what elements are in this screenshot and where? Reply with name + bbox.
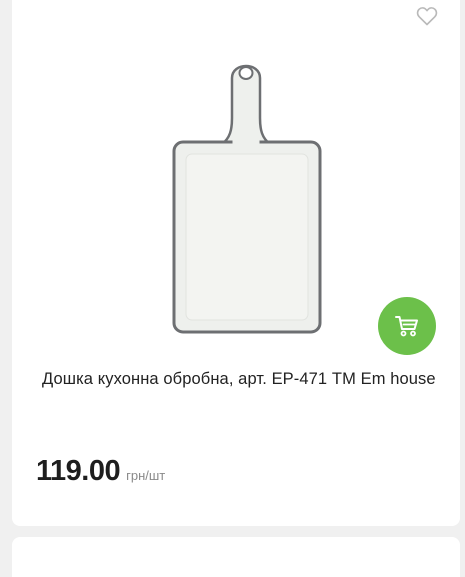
- heart-icon: [416, 7, 438, 26]
- cart-icon: [395, 316, 418, 337]
- next-product-card[interactable]: [12, 537, 460, 577]
- product-card[interactable]: Дошка кухонна обробна, арт. ЕР-471 ТМ Em…: [12, 0, 460, 526]
- product-title[interactable]: Дошка кухонна обробна, арт. ЕР-471 ТМ Em…: [42, 366, 442, 393]
- add-to-cart-button[interactable]: [378, 297, 436, 355]
- product-price: 119.00: [36, 455, 121, 487]
- favorite-button[interactable]: [416, 6, 438, 26]
- price-row: 119.00 грн/шт: [36, 455, 165, 488]
- price-unit: грн/шт: [126, 468, 166, 483]
- product-image[interactable]: [162, 58, 322, 342]
